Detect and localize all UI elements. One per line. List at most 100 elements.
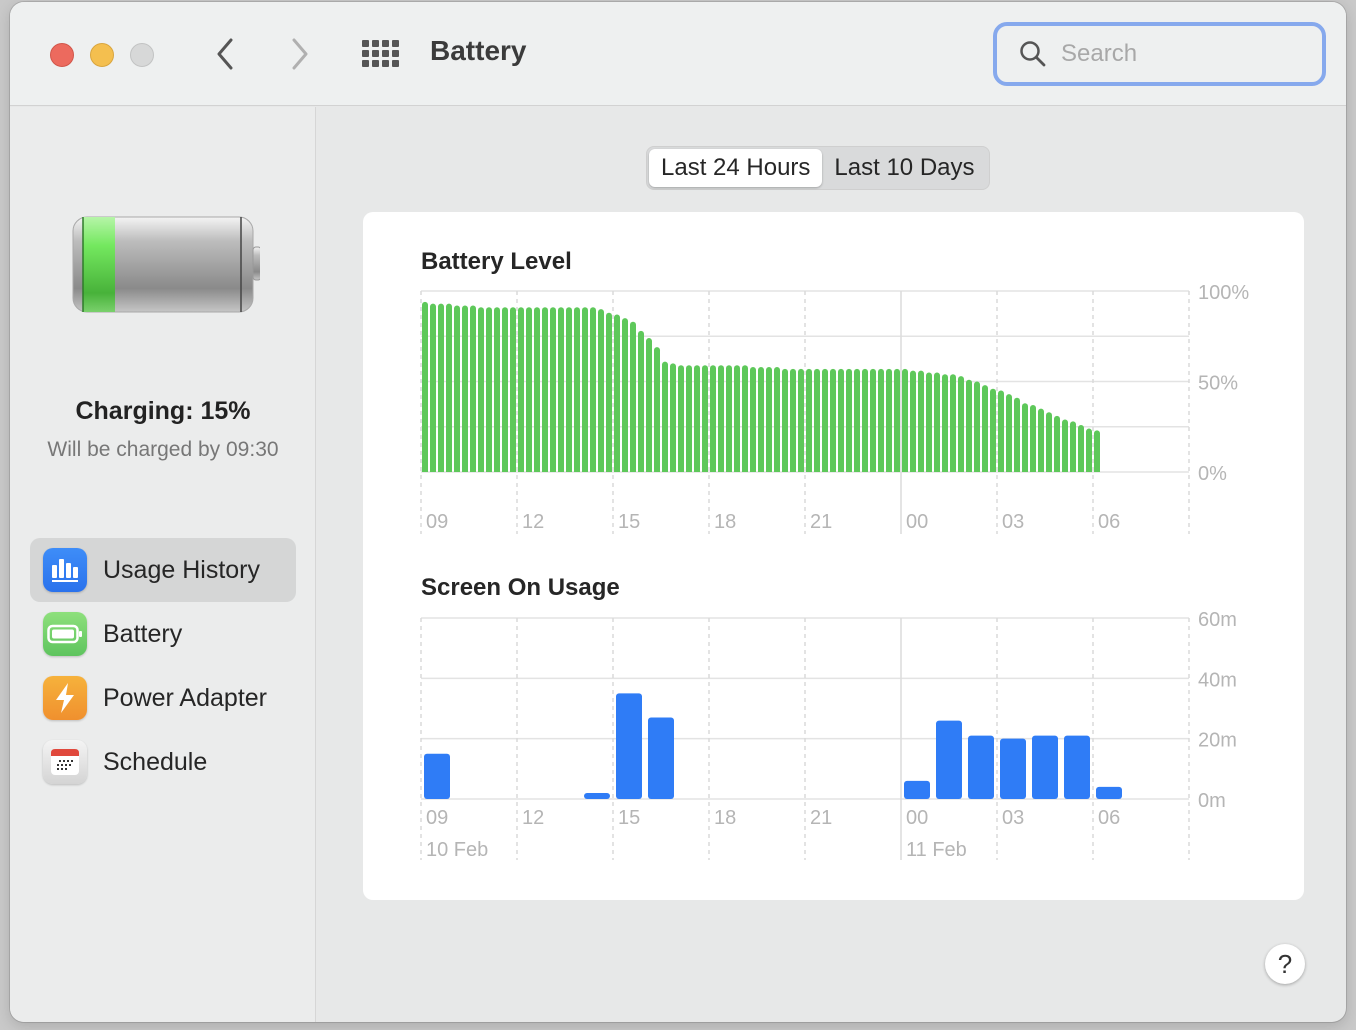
battery-bar-base xyxy=(902,468,908,472)
tab-last-24-hours[interactable]: Last 24 Hours xyxy=(649,149,823,187)
battery-bar xyxy=(550,307,556,472)
battery-bar xyxy=(638,330,644,472)
usage-bar xyxy=(584,792,610,799)
usage-bar xyxy=(968,735,994,799)
battery-bar xyxy=(614,314,620,472)
battery-bar xyxy=(814,368,820,472)
battery-bar-base xyxy=(526,468,532,472)
battery-bar-base xyxy=(734,468,740,472)
battery-bar-base xyxy=(558,468,564,472)
sidebar-item-battery[interactable]: Battery xyxy=(30,602,296,666)
search-input[interactable] xyxy=(1061,40,1301,68)
battery-bar-base xyxy=(622,468,628,472)
main-panel: Last 24 Hours Last 10 Days Battery Level… xyxy=(317,107,1346,1022)
battery-bar-base xyxy=(830,468,836,472)
battery-bar xyxy=(782,368,788,472)
battery-bar xyxy=(678,365,684,472)
y-tick-label: 60m xyxy=(1198,609,1237,631)
battery-bar xyxy=(718,365,724,472)
battery-bar xyxy=(518,307,524,472)
x-tick-label: 09 xyxy=(426,511,448,533)
battery-bar-base xyxy=(582,468,588,472)
battery-bar xyxy=(606,312,612,472)
battery-bar-base xyxy=(806,468,812,472)
time-range-segmented-control: Last 24 Hours Last 10 Days xyxy=(646,146,990,190)
battery-bar-base xyxy=(478,468,484,472)
battery-bar xyxy=(1022,403,1028,472)
x-tick-label: 15 xyxy=(618,511,640,533)
battery-bar xyxy=(878,368,884,472)
sidebar-item-usage-history[interactable]: Usage History xyxy=(30,538,296,602)
screen-on-usage-chart: 09 12 15 18 21 00 03 06 60m 40m 20m 0m 10 Feb 11 Feb xyxy=(420,609,1237,861)
battery-bar-base xyxy=(822,468,828,472)
battery-bar-base xyxy=(678,468,684,472)
battery-bar-base xyxy=(494,468,500,472)
battery-bar xyxy=(862,368,868,472)
battery-bar xyxy=(670,363,676,472)
tab-last-10-days[interactable]: Last 10 Days xyxy=(822,149,986,187)
battery-bar xyxy=(1078,424,1084,472)
x-tick-label: 06 xyxy=(1098,807,1120,829)
battery-bar-base xyxy=(662,468,668,472)
minimize-button[interactable] xyxy=(90,43,114,67)
forward-button[interactable] xyxy=(285,36,315,72)
battery-bar xyxy=(654,347,660,472)
battery-bar xyxy=(998,390,1004,472)
battery-bar-base xyxy=(694,468,700,472)
y-tick-label: 0m xyxy=(1198,790,1226,812)
battery-bar xyxy=(870,368,876,472)
sidebar-item-schedule[interactable]: Schedule xyxy=(30,730,296,794)
zoom-button[interactable] xyxy=(130,43,154,67)
x-tick-label: 21 xyxy=(810,807,832,829)
search-field[interactable] xyxy=(993,22,1326,86)
battery-bar-base xyxy=(774,468,780,472)
battery-bar-base xyxy=(1038,468,1044,472)
charge-eta: Will be charged by 09:30 xyxy=(47,438,279,461)
battery-bar-base xyxy=(470,468,476,472)
help-button[interactable]: ? xyxy=(1265,944,1305,984)
battery-bar xyxy=(486,307,492,472)
battery-bar-base xyxy=(542,468,548,472)
show-all-grid-icon[interactable] xyxy=(362,40,400,68)
battery-bar xyxy=(974,381,980,472)
battery-bar xyxy=(590,307,596,472)
usage-history-card: Battery Level 09 12 15 18 21 00 03 06 100% 50% 0% … xyxy=(363,212,1304,900)
battery-bar xyxy=(478,307,484,472)
y-tick-label: 20m xyxy=(1198,730,1237,752)
battery-bar-base xyxy=(574,468,580,472)
bar-chart-icon xyxy=(43,548,87,592)
battery-bar xyxy=(1038,408,1044,472)
sidebar-item-label: Usage History xyxy=(103,555,260,584)
sidebar-item-label: Battery xyxy=(103,619,183,648)
battery-bar xyxy=(446,303,452,472)
battery-bar-base xyxy=(950,468,956,472)
battery-bar xyxy=(982,385,988,472)
battery-bar-base xyxy=(814,468,820,472)
battery-bar xyxy=(526,307,532,472)
sidebar-item-power-adapter[interactable]: Power Adapter xyxy=(30,666,296,730)
x-tick-label: 03 xyxy=(1002,807,1024,829)
battery-bar xyxy=(622,318,628,472)
battery-bar-base xyxy=(430,468,436,472)
battery-bar xyxy=(462,305,468,472)
battery-bar-base xyxy=(758,468,764,472)
back-button[interactable] xyxy=(210,36,240,72)
battery-bar-base xyxy=(1014,468,1020,472)
battery-bar xyxy=(926,372,932,472)
battery-bar xyxy=(822,368,828,472)
battery-bar-base xyxy=(702,468,708,472)
search-icon xyxy=(1020,41,1046,67)
battery-bar-base xyxy=(502,468,508,472)
x-tick-label: 00 xyxy=(906,511,928,533)
battery-bar xyxy=(1070,421,1076,472)
battery-bar xyxy=(582,307,588,472)
y-tick-label: 100% xyxy=(1198,282,1249,304)
close-button[interactable] xyxy=(50,43,74,67)
battery-bar-base xyxy=(454,468,460,472)
battery-bar-base xyxy=(1046,468,1052,472)
charging-status: Charging: 15% xyxy=(75,397,251,425)
battery-bar-base xyxy=(862,468,868,472)
usage-bar xyxy=(904,780,930,799)
battery-bar xyxy=(894,368,900,472)
battery-bar xyxy=(966,379,972,472)
